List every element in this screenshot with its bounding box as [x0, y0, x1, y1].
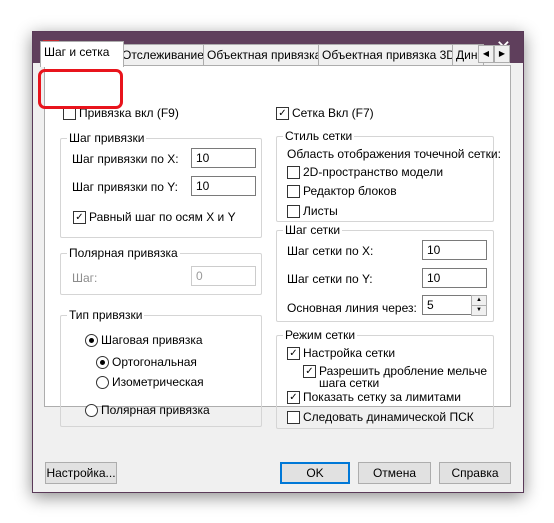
grid-block-editor-label: Редактор блоков — [303, 184, 397, 198]
polarsnap-radio[interactable] — [85, 404, 98, 417]
grid-y-label: Шаг сетки по Y: — [287, 272, 373, 286]
help-button[interactable]: Справка — [439, 462, 511, 484]
snap-y-input[interactable]: 10 — [191, 176, 256, 196]
grid-snap-label: Шаговая привязка — [101, 333, 203, 347]
polarsnap-label: Полярная привязка — [101, 403, 210, 417]
grid-snap-radio[interactable] — [85, 334, 98, 347]
grid-style-caption: Область отображения точечной сетки: — [287, 147, 501, 161]
snap-spacing-legend: Шаг привязки — [67, 131, 147, 145]
equal-spacing-label: Равный шаг по осям X и Y — [89, 210, 236, 224]
grid-sheets-checkbox[interactable] — [287, 205, 300, 218]
rectangular-snap-radio[interactable] — [96, 356, 109, 369]
equal-spacing-checkbox[interactable]: ✓ — [73, 211, 86, 224]
spin-down-icon[interactable]: ▼ — [471, 305, 487, 316]
snap-x-input[interactable]: 10 — [191, 148, 256, 168]
adaptive-grid-checkbox[interactable]: ✓ — [287, 347, 300, 360]
snap-x-label: Шаг привязки по X: — [72, 152, 179, 166]
rectangular-snap-label: Ортогональная — [112, 355, 197, 369]
grid-2d-model-label: 2D-пространство модели — [303, 165, 444, 179]
grid-block-editor-checkbox[interactable] — [287, 185, 300, 198]
grid-x-input[interactable]: 10 — [422, 240, 487, 260]
major-line-label: Основная линия через: — [287, 301, 417, 315]
subdivide-checkbox[interactable]: ✓ — [303, 365, 316, 378]
snap-type-legend: Тип привязки — [67, 308, 145, 322]
beyond-limits-label: Показать сетку за лимитами — [303, 390, 461, 404]
tab-snap-and-grid[interactable]: Шаг и сетка — [40, 41, 124, 67]
options-button[interactable]: Настройка... — [45, 462, 117, 484]
tab-scroll-left-icon[interactable]: ◀ — [478, 45, 494, 63]
subdivide-label-line2: шага сетки — [319, 376, 380, 390]
follow-ucs-label: Следовать динамической ПСК — [303, 410, 474, 424]
grid-on-label: Сетка Вкл (F7) — [292, 106, 374, 120]
grid-behavior-legend: Режим сетки — [283, 328, 358, 342]
adaptive-grid-label: Настройка сетки — [303, 346, 396, 360]
isometric-snap-radio[interactable] — [96, 376, 109, 389]
tab-object-snap[interactable]: Объектная привязка — [203, 44, 324, 66]
grid-spacing-legend: Шаг сетки — [283, 223, 343, 237]
grid-sheets-label: Листы — [303, 204, 338, 218]
grid-2d-model-checkbox[interactable] — [287, 166, 300, 179]
tab-3d-object-snap[interactable]: Объектная привязка 3D — [318, 44, 458, 66]
isometric-snap-label: Изометрическая — [112, 375, 204, 389]
red-highlight-annotation — [38, 69, 123, 109]
grid-x-label: Шаг сетки по X: — [287, 244, 374, 258]
tab-scroll-right-icon[interactable]: ▶ — [494, 45, 510, 63]
grid-style-legend: Стиль сетки — [283, 129, 355, 143]
polar-distance-input: 0 — [191, 266, 256, 286]
polar-spacing-legend: Полярная привязка — [67, 246, 180, 260]
polar-distance-label: Шаг: — [72, 271, 98, 285]
major-line-input[interactable]: 5 — [422, 295, 473, 315]
snap-y-label: Шаг привязки по Y: — [72, 180, 178, 194]
follow-ucs-checkbox[interactable] — [287, 411, 300, 424]
grid-on-checkbox[interactable]: ✓ — [276, 107, 289, 120]
ok-button[interactable]: OK — [280, 462, 350, 484]
tab-polar-tracking[interactable]: Отслеживание — [118, 44, 210, 66]
beyond-limits-checkbox[interactable]: ✓ — [287, 391, 300, 404]
cancel-button[interactable]: Отмена — [358, 462, 431, 484]
grid-y-input[interactable]: 10 — [422, 268, 487, 288]
